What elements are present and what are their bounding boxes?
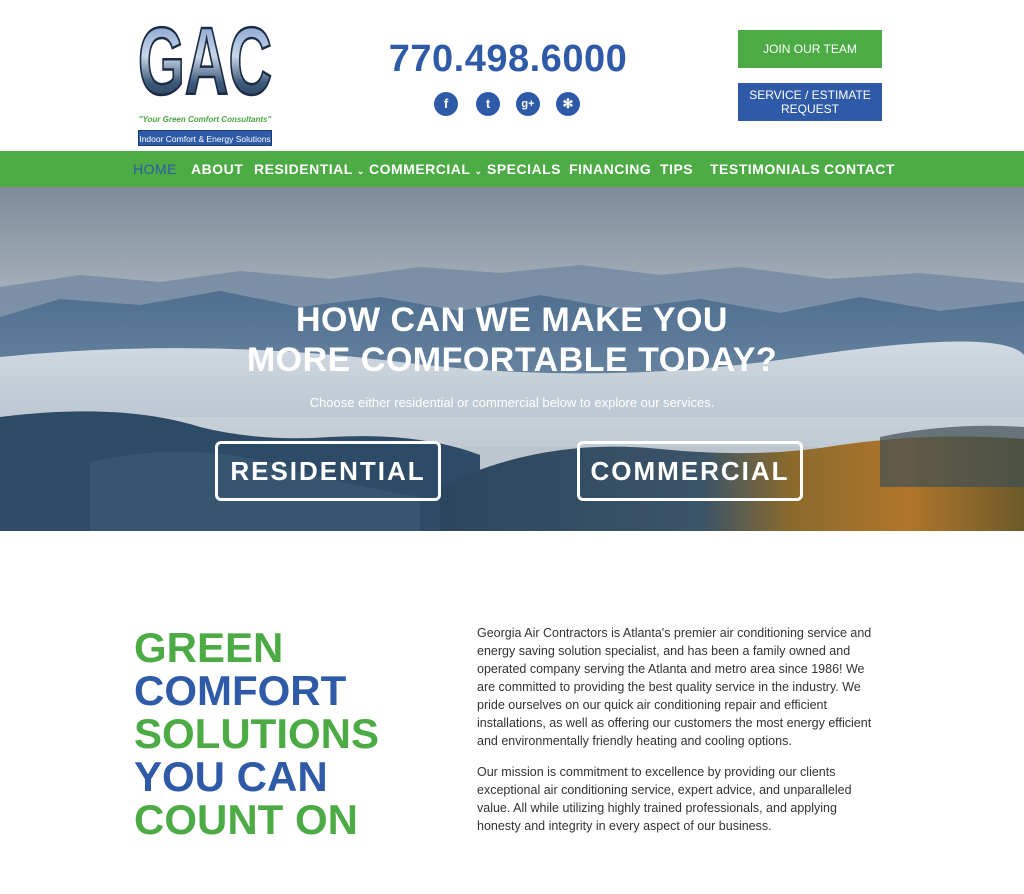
nav-item-financing[interactable]: FINANCING xyxy=(569,151,651,187)
social-links: f t g+ ✻ xyxy=(434,92,584,118)
nav-item-label: RESIDENTIAL xyxy=(254,161,353,177)
intro-paragraph: Georgia Air Contractors is Atlanta's pre… xyxy=(477,626,872,748)
nav-item-residential[interactable]: RESIDENTIAL ⌄ xyxy=(254,151,365,187)
twitter-icon[interactable]: t xyxy=(476,92,500,116)
join-our-team-button[interactable]: JOIN OUR TEAM xyxy=(738,30,882,68)
facebook-icon[interactable]: f xyxy=(434,92,458,116)
residential-button[interactable]: RESIDENTIAL xyxy=(215,441,441,501)
nav-item-testimonials[interactable]: TESTIMONIALS xyxy=(710,151,820,187)
logo-tagline: "Your Green Comfort Consultants" xyxy=(138,115,272,124)
chevron-down-icon: ⌄ xyxy=(356,166,365,176)
nav-item-about[interactable]: ABOUT xyxy=(191,151,243,187)
nav-item-label: SPECIALS xyxy=(487,161,562,177)
section-headline: GREEN COMFORT SOLUTIONS YOU CAN COUNT ON xyxy=(134,626,434,841)
phone-number[interactable]: 770.498.6000 xyxy=(380,38,636,81)
chevron-down-icon: ⌄ xyxy=(474,166,483,176)
svg-text:GAC: GAC xyxy=(138,14,272,102)
nav-item-specials[interactable]: SPECIALS xyxy=(487,151,561,187)
logo-letters-graphic: GAC xyxy=(137,14,274,102)
headline-line: COMFORT xyxy=(134,667,347,714)
nav-item-label: FINANCING xyxy=(569,161,652,177)
site-header: GAC "Your Green Comfort Consultants" Ind… xyxy=(0,0,1024,151)
yelp-icon[interactable]: ✻ xyxy=(556,92,580,116)
hero-subtitle: Choose either residential or commercial … xyxy=(309,395,715,410)
headline-line: SOLUTIONS xyxy=(134,710,380,757)
nav-item-home[interactable]: HOME xyxy=(133,151,177,187)
hero-title-line-1: HOW CAN WE MAKE YOU xyxy=(296,301,728,339)
nav-item-contact[interactable]: CONTACT xyxy=(824,151,895,187)
nav-item-label: COMMERCIAL xyxy=(369,161,471,177)
google-plus-icon[interactable]: g+ xyxy=(516,92,540,116)
headline-line: COUNT ON xyxy=(134,796,358,843)
hero-title-line-2: MORE COMFORTABLE TODAY? xyxy=(246,341,778,379)
mission-paragraph: Our mission is commitment to excellence … xyxy=(477,765,852,833)
hero-banner: HOW CAN WE MAKE YOU MORE COMFORTABLE TOD… xyxy=(0,187,1024,531)
nav-item-label: HOME xyxy=(133,161,177,177)
site-logo[interactable]: GAC "Your Green Comfort Consultants" Ind… xyxy=(136,14,274,146)
service-estimate-request-button[interactable]: SERVICE / ESTIMATE REQUEST xyxy=(738,83,882,121)
main-navigation: HOME ABOUT RESIDENTIAL ⌄ COMMERCIAL ⌄ SPEC… xyxy=(0,151,1024,187)
nav-item-label: TIPS xyxy=(660,161,694,177)
headline-line: YOU CAN xyxy=(134,753,328,800)
headline-line: GREEN xyxy=(134,624,284,671)
nav-item-label: ABOUT xyxy=(191,161,244,177)
hero-title: HOW CAN WE MAKE YOU MORE COMFORTABLE TOD… xyxy=(0,300,1024,380)
commercial-button[interactable]: COMMERCIAL xyxy=(577,441,803,501)
nav-item-commercial[interactable]: COMMERCIAL ⌄ xyxy=(369,151,482,187)
nav-item-label: CONTACT xyxy=(824,161,895,177)
nav-item-label: TESTIMONIALS xyxy=(710,161,821,177)
nav-item-tips[interactable]: TIPS xyxy=(660,151,693,187)
logo-subtitle: Indoor Comfort & Energy Solutions xyxy=(138,130,272,146)
